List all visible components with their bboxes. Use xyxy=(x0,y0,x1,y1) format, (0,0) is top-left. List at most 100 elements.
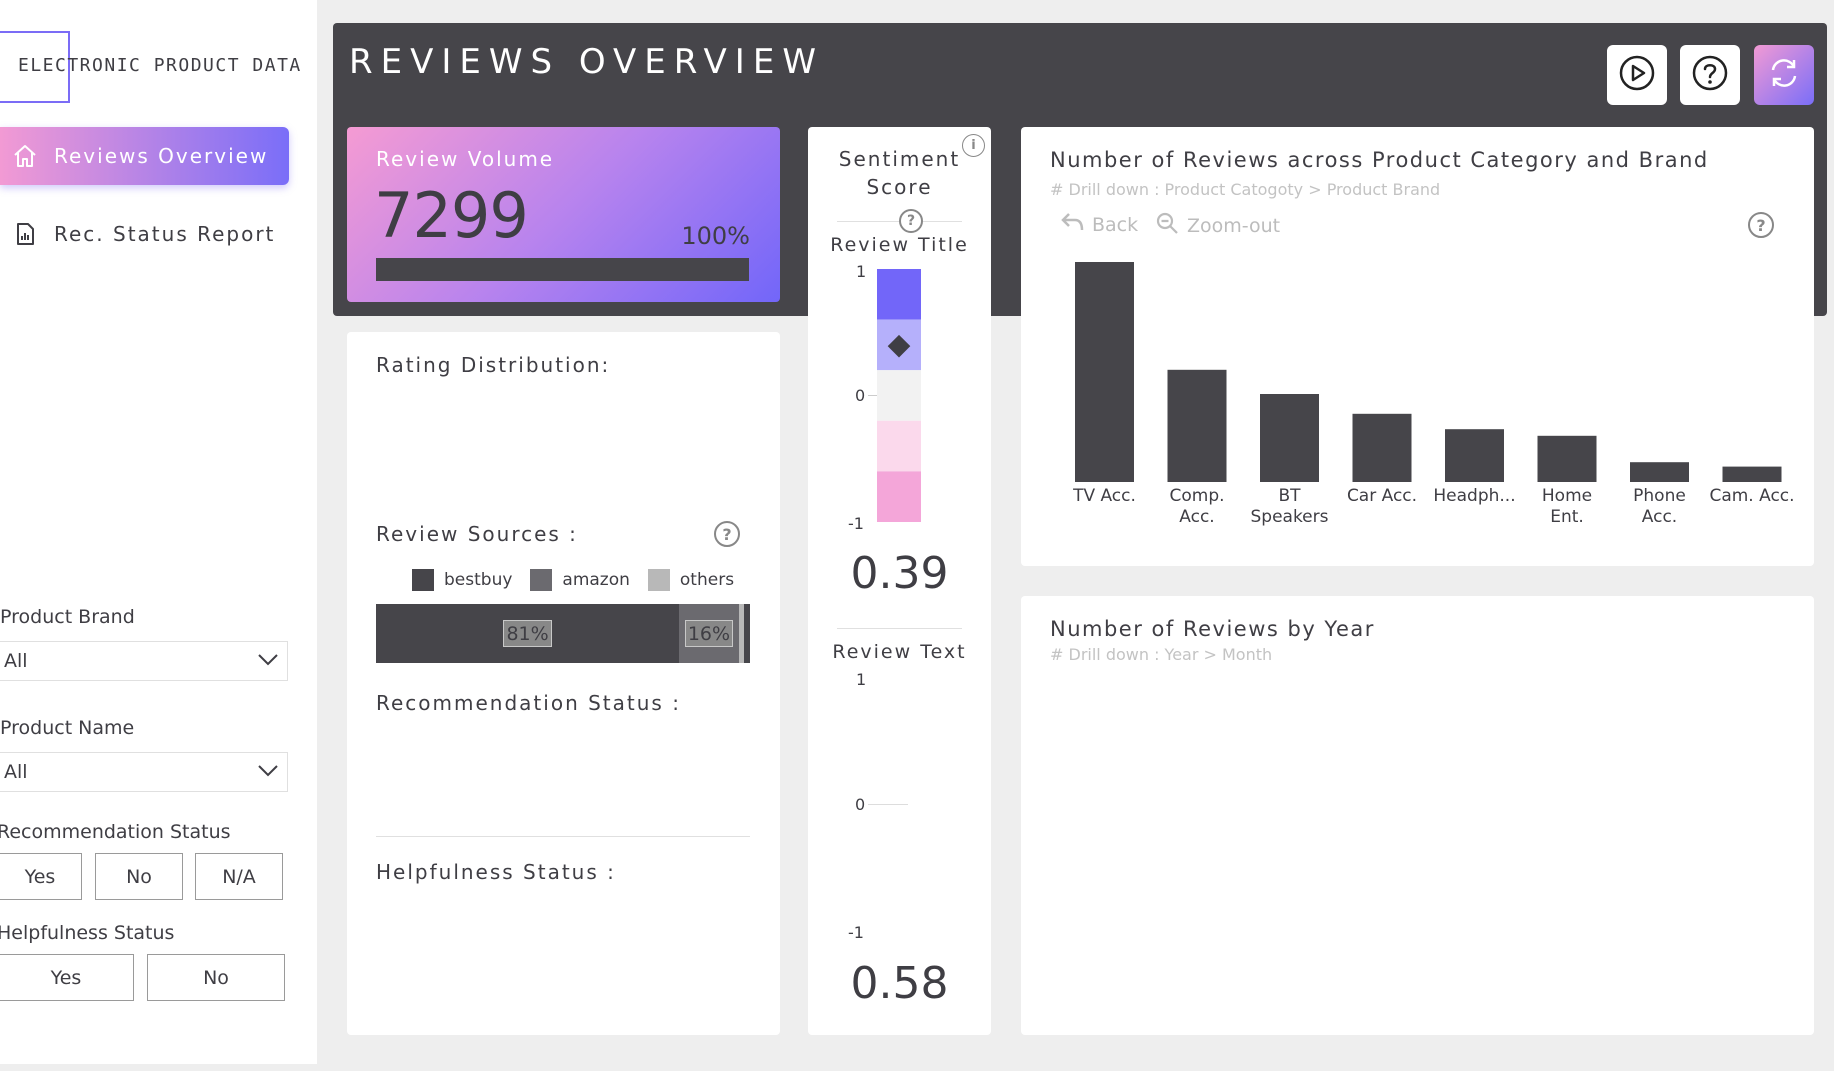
bar-phone-acc-[interactable] xyxy=(1630,462,1689,482)
review-volume-card: Review Volume 7299 100% xyxy=(347,127,780,302)
review-volume-percent: 100% xyxy=(681,222,750,250)
gauge-band xyxy=(877,420,921,472)
category-chart-subtitle: # Drill down : Product Catogoty > Produc… xyxy=(1050,180,1441,199)
bar-bt-speakers[interactable] xyxy=(1260,394,1319,482)
bar-cam-acc-[interactable] xyxy=(1722,466,1782,482)
bar-tv-acc-[interactable] xyxy=(1075,262,1134,482)
gauge-band xyxy=(877,269,921,320)
legend-label: bestbuy xyxy=(444,570,513,590)
source-segment-others[interactable] xyxy=(738,604,750,663)
category-tick-line: Home xyxy=(1541,486,1593,506)
category-tick-line: Speakers xyxy=(1250,507,1329,527)
source-segment-bestbuy[interactable]: 81% xyxy=(376,604,679,663)
chevron-down-icon xyxy=(257,650,279,672)
report-icon xyxy=(12,221,38,247)
help-button[interactable] xyxy=(1680,45,1740,105)
legend-swatch-bestbuy xyxy=(412,569,434,591)
play-icon xyxy=(1618,54,1656,96)
legend-label: others xyxy=(679,570,735,590)
bar-car-acc-[interactable] xyxy=(1352,413,1412,482)
recommendation-na-button[interactable]: N/A xyxy=(195,853,283,900)
review-sources-bar[interactable]: 81% 16% xyxy=(376,604,750,663)
axis-min: -1 xyxy=(848,514,864,533)
home-icon xyxy=(12,143,38,169)
zoom-out-label: Zoom-out xyxy=(1187,214,1281,237)
bar-headph-[interactable] xyxy=(1445,429,1504,482)
review-title-score: 0.39 xyxy=(850,548,949,599)
category-tick-line: Acc. xyxy=(1179,507,1215,527)
category-tick-label: Headph... xyxy=(1425,486,1525,507)
bar-home-ent-[interactable] xyxy=(1537,435,1597,482)
category-tick-label: Phone Acc. xyxy=(1610,486,1710,528)
category-tick-line: Acc. xyxy=(1641,507,1678,527)
nav-item-rec-status-report[interactable]: Rec. Status Report xyxy=(0,205,289,263)
category-tick-line: TV Acc. xyxy=(1073,486,1136,506)
zero-tick xyxy=(868,804,908,805)
zoom-out-button[interactable]: Zoom-out xyxy=(1155,211,1280,240)
sentiment-score-title: Sentiment Score xyxy=(808,145,991,201)
category-chart-title: Number of Reviews across Product Categor… xyxy=(1050,148,1709,172)
category-tick-label: TV Acc. xyxy=(1055,486,1155,507)
recommendation-status-title: Recommendation Status : xyxy=(376,691,681,715)
source-segment-amazon[interactable]: 16% xyxy=(678,604,739,663)
helpfulness-filter-label: Helpfulness Status xyxy=(0,922,175,944)
bar-comp-acc-[interactable] xyxy=(1167,369,1227,482)
refresh-icon xyxy=(1766,55,1802,95)
axis-max: 1 xyxy=(856,262,867,281)
recommendation-yes-button[interactable]: Yes xyxy=(0,853,82,900)
play-button[interactable] xyxy=(1607,45,1667,105)
helpfulness-yes-button[interactable]: Yes xyxy=(0,954,134,1001)
help-icon xyxy=(1691,54,1729,96)
category-tick-line: Comp. xyxy=(1169,486,1225,506)
year-chart-title: Number of Reviews by Year xyxy=(1050,617,1375,641)
category-tick-label: Comp. Acc. xyxy=(1147,486,1247,528)
back-button[interactable]: Back xyxy=(1060,211,1138,238)
back-arrow-icon xyxy=(1060,211,1086,238)
divider xyxy=(837,628,962,629)
divider xyxy=(376,836,750,837)
axis-min: -1 xyxy=(848,923,864,942)
rating-distribution-title: Rating Distribution: xyxy=(376,353,611,377)
brand-dropdown-value: All xyxy=(4,650,28,672)
helpfulness-no-button[interactable]: No xyxy=(147,954,285,1001)
category-tick-line: Ent. xyxy=(1550,507,1584,527)
help-icon[interactable]: ? xyxy=(714,521,740,547)
category-tick-label: Car Acc. xyxy=(1332,486,1432,507)
sidebar: ELECTRONIC PRODUCT DATA Reviews Overview… xyxy=(0,0,317,1064)
category-tick-label: Home Ent. xyxy=(1517,486,1617,528)
help-icon[interactable]: ? xyxy=(899,209,923,233)
brand-dropdown[interactable]: All xyxy=(0,641,288,681)
category-tick-line: BT xyxy=(1278,486,1301,506)
review-sources-legend: bestbuy amazon others xyxy=(412,569,752,591)
review-title-label: Review Title xyxy=(830,234,969,256)
legend-swatch-amazon xyxy=(530,569,553,591)
logo-text: ELECTRONIC PRODUCT DATA xyxy=(18,55,302,76)
review-volume-value: 7299 xyxy=(374,179,529,252)
brand-filter-label: Product Brand xyxy=(0,606,135,628)
category-tick-label: BT Speakers xyxy=(1240,486,1340,528)
help-icon[interactable]: ? xyxy=(1748,212,1774,238)
year-chart-subtitle: # Drill down : Year > Month xyxy=(1050,645,1273,664)
review-text-score: 0.58 xyxy=(850,958,949,1009)
name-dropdown[interactable]: All xyxy=(0,752,288,792)
nav-item-reviews-overview[interactable]: Reviews Overview xyxy=(0,127,289,185)
gauge-band xyxy=(877,370,921,421)
review-title-gauge xyxy=(877,269,921,522)
recommendation-no-button[interactable]: No xyxy=(95,853,183,900)
refresh-button[interactable] xyxy=(1754,45,1814,105)
category-tick-line: Headph... xyxy=(1433,486,1516,506)
review-sources-title: Review Sources : xyxy=(376,522,578,546)
sentiment-title-line: Score xyxy=(866,175,933,199)
back-label: Back xyxy=(1092,213,1139,236)
source-segment-label: 16% xyxy=(684,620,734,647)
category-tick-line: Car Acc. xyxy=(1346,486,1418,506)
axis-max: 1 xyxy=(856,670,867,689)
info-icon[interactable]: i xyxy=(962,134,985,157)
name-dropdown-value: All xyxy=(4,761,28,783)
source-segment-label: 81% xyxy=(503,620,552,647)
recommendation-filter-label: Recommendation Status xyxy=(0,821,231,843)
category-tick-label: Cam. Acc. xyxy=(1702,486,1802,507)
gauge-band xyxy=(877,471,921,522)
chevron-down-icon xyxy=(257,761,279,783)
category-tick-line: Phone xyxy=(1633,486,1686,506)
